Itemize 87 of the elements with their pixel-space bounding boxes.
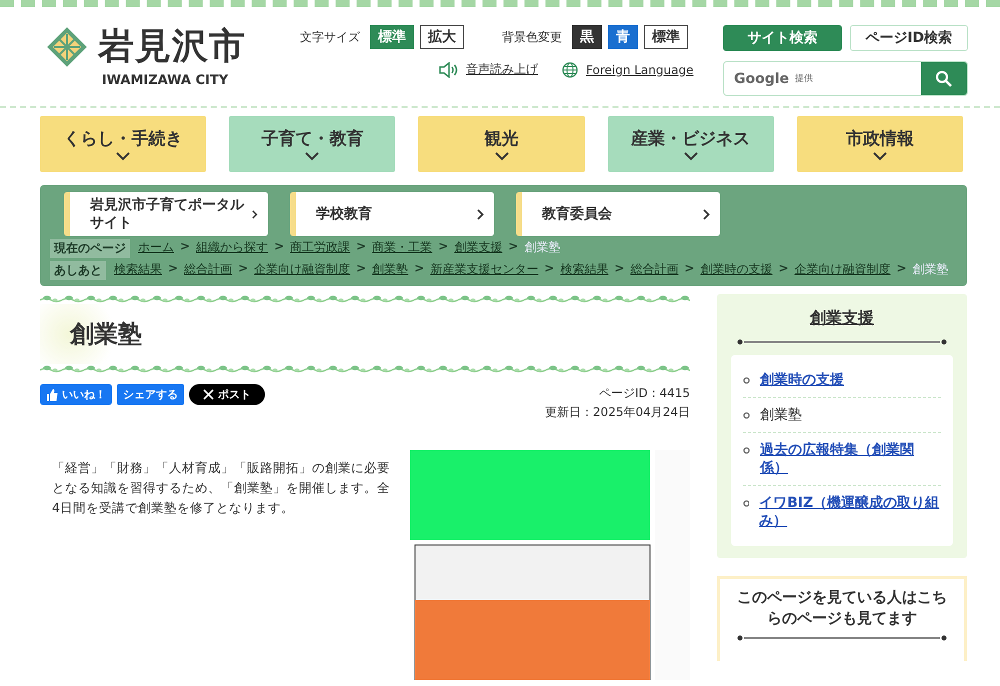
breadcrumb-separator: > (614, 261, 624, 277)
chevron-down-icon (872, 152, 888, 161)
x-logo-icon (203, 389, 214, 400)
bullet-icon (743, 447, 750, 454)
nav-menu-item[interactable]: 子育て・教育 (229, 116, 396, 172)
breadcrumb-link[interactable]: 創業時の支援 (700, 261, 772, 280)
social-share-button[interactable]: いいね！ (40, 384, 112, 405)
background-color-button[interactable]: 黒 (572, 25, 602, 49)
font-size-button[interactable]: 拡大 (420, 25, 464, 49)
divider-rule-icon (737, 635, 947, 641)
sidebar-current-item: 創業塾 (760, 406, 802, 424)
popup-card-link[interactable]: 教育委員会 (516, 192, 720, 236)
font-size-button[interactable]: 標準 (370, 25, 414, 49)
nav-menu-item[interactable]: 市政情報 (796, 116, 964, 172)
search-field[interactable]: Google 提供 (723, 61, 968, 96)
breadcrumb-separator: > (168, 261, 178, 277)
breadcrumb-link[interactable]: 企業向け融資制度 (254, 261, 350, 280)
search-tab[interactable]: サイト検索 (723, 25, 842, 51)
breadcrumb-link[interactable]: 創業支援 (454, 239, 502, 258)
speaker-icon (438, 62, 458, 78)
breadcrumb-link[interactable]: 創業塾 (372, 261, 408, 280)
bullet-icon (743, 377, 750, 384)
breadcrumb-separator: > (274, 239, 284, 255)
chevron-down-icon (304, 152, 320, 161)
nav-menu-item[interactable]: くらし・手続き (40, 116, 206, 172)
city-logo-name: 岩見沢市 (98, 25, 246, 69)
breadcrumb-separator: > (414, 261, 424, 277)
breadcrumb-link[interactable]: 新産業支援センター (430, 261, 538, 280)
header-link[interactable]: 音声読み上げ (466, 61, 538, 78)
sidebar-link[interactable]: 創業時の支援 (760, 371, 844, 389)
breadcrumb-separator: > (438, 239, 448, 255)
breadcrumb-separator: > (356, 239, 366, 255)
bullet-icon (743, 412, 750, 419)
city-logo-subtitle: IWAMIZAWA CITY (102, 73, 228, 88)
page-id: ページID : 4415 (598, 385, 690, 402)
breadcrumb-link[interactable]: 企業向け融資制度 (794, 261, 890, 280)
sidebar-link[interactable]: 過去の広報特集（創業関係） (760, 441, 941, 477)
sidebar-heading: 創業支援 (808, 308, 875, 329)
breadcrumb-link[interactable]: 商工労政課 (290, 239, 350, 258)
breadcrumb-separator: > (684, 261, 694, 277)
breadcrumb-label: あしあと (50, 261, 106, 280)
breadcrumb-link[interactable]: 検索結果 (114, 261, 162, 280)
breadcrumb-link[interactable]: 総合計画 (630, 261, 678, 280)
breadcrumb-separator: > (508, 239, 518, 255)
search-button[interactable] (921, 62, 967, 95)
chevron-down-icon (494, 152, 510, 161)
chevron-down-icon (682, 152, 699, 161)
background-color-button[interactable]: 青 (608, 25, 638, 49)
chevron-right-icon (477, 208, 484, 220)
popup-card-link[interactable]: 岩見沢市子育てポータルサイト (64, 192, 268, 236)
breadcrumb-label: 現在のページ (50, 239, 130, 258)
popup-card-link[interactable]: 学校教育 (290, 192, 494, 236)
background-color-button[interactable]: 標準 (644, 25, 688, 49)
sidebar-link[interactable]: イワBIZ（機運醸成の取り組み） (759, 494, 941, 530)
social-share-button[interactable]: ポスト (189, 384, 265, 405)
breadcrumb-link[interactable]: 検索結果 (560, 261, 608, 280)
breadcrumb-link[interactable]: 組織から探す (196, 239, 268, 258)
breadcrumb-separator: > (238, 261, 248, 277)
bullet-icon (743, 500, 750, 507)
nav-menu-item[interactable]: 観光 (418, 116, 585, 172)
chevron-right-icon (252, 208, 258, 220)
breadcrumb-link[interactable]: ホーム (138, 239, 174, 258)
updated-date: 更新日：2025年04月24日 (544, 404, 690, 421)
breadcrumb-separator: > (778, 261, 788, 277)
social-share-button[interactable]: シェアする (117, 384, 184, 405)
page-title: 創業塾 (70, 319, 142, 350)
font-size-label: 文字サイズ (300, 28, 360, 46)
breadcrumb-current: 創業塾 (524, 239, 560, 256)
background-color-label: 背景色変更 (502, 28, 562, 46)
chevron-right-icon (703, 208, 710, 220)
body-text: 「経営」「財務」「人材育成」「販路開拓」の創業に必要となる知識を習得するため、「創業塾」を開催します。全4日間を受講で創業塾を修了となります。 (52, 459, 391, 517)
search-icon (935, 70, 953, 88)
globe-icon (562, 62, 578, 78)
breadcrumb-link[interactable]: 総合計画 (184, 261, 232, 280)
breadcrumb-current: 創業塾 (912, 261, 949, 278)
breadcrumb-link[interactable]: 商業・工業 (372, 239, 432, 258)
related-pages-heading: このページを見ている人はこちらのページも見てます (736, 587, 948, 629)
breadcrumb-separator: > (180, 239, 190, 255)
breadcrumb-separator: > (356, 261, 366, 277)
header-link[interactable]: Foreign Language (586, 62, 694, 76)
search-tab[interactable]: ページID検索 (850, 25, 968, 51)
chevron-down-icon (115, 152, 132, 161)
breadcrumb-separator: > (896, 261, 907, 277)
divider-rule-icon (737, 339, 947, 345)
nav-menu-item[interactable]: 産業・ビジネス (608, 116, 774, 172)
thumbs-up-icon (46, 388, 58, 400)
breadcrumb-separator: > (544, 261, 554, 277)
